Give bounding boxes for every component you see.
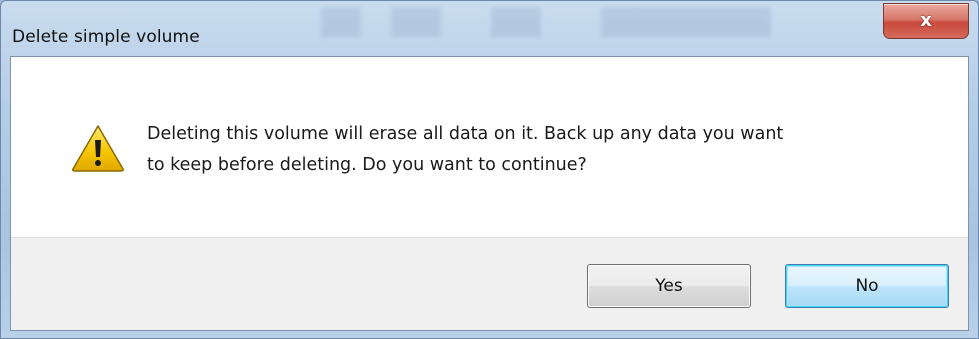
yes-button[interactable]: Yes (587, 264, 751, 308)
close-button[interactable]: x (883, 3, 969, 39)
background-glass-texture (301, 7, 861, 37)
message-area: Deleting this volume will erase all data… (11, 57, 968, 237)
no-button[interactable]: No (785, 264, 949, 308)
dialog-window: Delete simple volume x Deleting this vol… (0, 0, 979, 339)
dialog-client-area: Deleting this volume will erase all data… (10, 56, 969, 331)
warning-icon (72, 125, 124, 172)
dialog-title: Delete simple volume (12, 27, 200, 47)
close-icon: x (920, 10, 932, 31)
button-bar: Yes No (11, 237, 968, 330)
message-text: Deleting this volume will erase all data… (147, 124, 784, 175)
